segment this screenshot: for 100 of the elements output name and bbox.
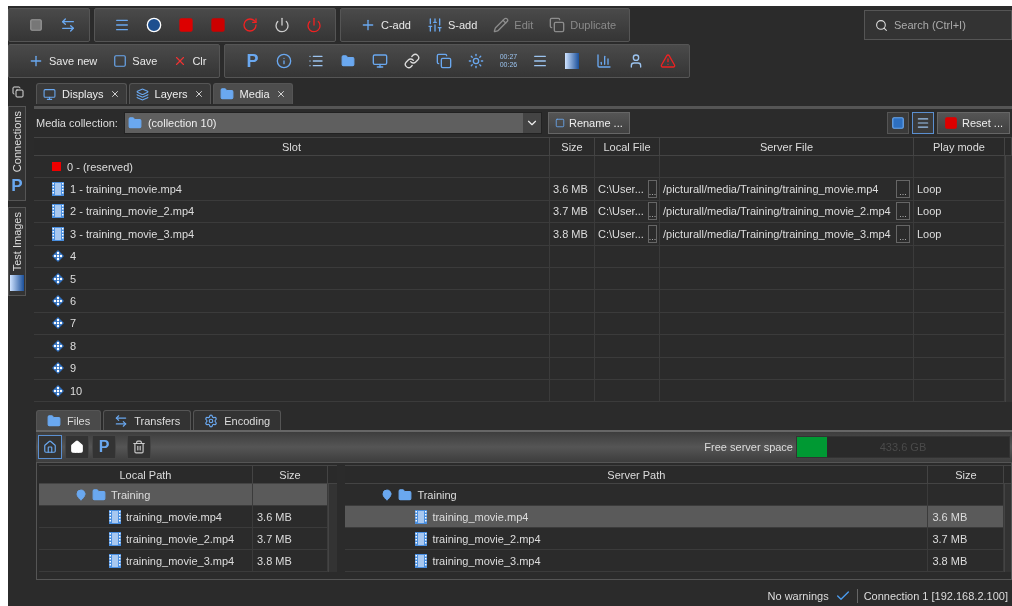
toolbar-button[interactable]: Clr xyxy=(166,47,214,75)
toolbar-button[interactable]: C-add xyxy=(353,11,418,39)
list-icon xyxy=(114,17,130,33)
table-cell xyxy=(550,156,595,179)
column-header[interactable]: Play mode xyxy=(914,137,1005,156)
slot-cell[interactable]: 3 - training_movie_3.mp4 xyxy=(34,223,550,246)
home-button[interactable] xyxy=(65,435,89,459)
server-file-text: /picturall/media/Training/training_movie.mp4 xyxy=(663,183,879,196)
collection-dropdown[interactable]: (collection 10) xyxy=(123,112,542,134)
slot-cell[interactable]: 6 xyxy=(34,290,550,313)
film-strip-icon xyxy=(415,509,428,524)
folder-icon xyxy=(398,487,413,502)
side-tab-label: Connections xyxy=(11,111,23,173)
menu-icon xyxy=(532,53,549,69)
browse-button[interactable]: ... xyxy=(896,180,910,199)
dotted-diamond-icon xyxy=(52,362,64,375)
film-strip-icon xyxy=(52,182,64,197)
slot-cell[interactable]: 5 xyxy=(34,267,550,291)
file-name: training_movie_2.mp4 xyxy=(432,532,541,545)
slot-cell[interactable]: 0 - (reserved) xyxy=(34,156,550,179)
tab[interactable]: Layers xyxy=(128,83,211,104)
power-icon xyxy=(306,17,322,33)
tree-row[interactable]: Training xyxy=(39,484,338,506)
image-view-button[interactable] xyxy=(887,112,910,134)
power-icon xyxy=(274,17,290,33)
monitor-icon xyxy=(372,53,389,69)
close-icon xyxy=(193,89,204,99)
close-icon xyxy=(275,89,286,99)
tree-row[interactable]: Training xyxy=(345,484,1011,506)
browse-button[interactable]: ... xyxy=(647,202,658,221)
column-header[interactable]: Size xyxy=(253,465,328,484)
side-tab[interactable]: Test Images xyxy=(8,207,26,297)
list-view-button[interactable] xyxy=(912,112,935,134)
delete-button[interactable] xyxy=(127,435,151,459)
home-icon xyxy=(43,440,57,454)
slot-cell[interactable]: 8 xyxy=(34,335,550,358)
tab[interactable]: Encoding xyxy=(193,410,282,430)
tree-row[interactable]: training_movie_3.mp4 3.8 MB xyxy=(39,550,338,572)
tree-row[interactable]: training_movie_2.mp4 3.7 MB xyxy=(39,528,338,550)
file-name: training_movie_3.mp4 xyxy=(432,554,541,567)
slot-cell[interactable]: 9 xyxy=(34,357,550,380)
window-icon[interactable] xyxy=(12,86,24,98)
local-file-text: C:\User... xyxy=(598,205,644,218)
browse-button[interactable]: ... xyxy=(896,224,910,243)
arrows-icon xyxy=(114,413,129,428)
plus-icon xyxy=(360,17,376,33)
browse-button[interactable]: ... xyxy=(647,224,658,243)
dotted-diamond-icon xyxy=(52,384,64,397)
tree-row[interactable]: training_movie_3.mp4 3.8 MB xyxy=(345,550,1011,572)
browse-button[interactable]: ... xyxy=(647,180,658,199)
slot-cell[interactable]: 10 xyxy=(34,379,550,403)
pin-icon xyxy=(381,488,394,501)
dotted-diamond-icon xyxy=(52,272,64,285)
column-header[interactable]: Size xyxy=(550,137,595,156)
pencil-icon xyxy=(493,17,510,33)
trash-icon xyxy=(132,440,146,454)
tab[interactable]: Displays xyxy=(36,83,127,104)
column-header[interactable]: Server Path xyxy=(345,465,929,484)
column-header[interactable]: Local File xyxy=(595,137,660,156)
layers-icon xyxy=(135,87,149,101)
tab[interactable]: Transfers xyxy=(103,410,192,430)
local-file-text: C:\User... xyxy=(598,227,644,240)
column-header[interactable]: Server File xyxy=(660,137,914,156)
toolbar-button[interactable]: Save xyxy=(106,47,165,75)
monitor-icon xyxy=(43,87,56,101)
p-logo-button[interactable]: P xyxy=(92,435,116,459)
browse-button[interactable]: ... xyxy=(896,202,910,221)
folder-icon xyxy=(127,116,142,130)
side-tab[interactable]: Connections P xyxy=(8,106,26,202)
dotted-diamond-icon xyxy=(52,317,64,330)
slot-cell[interactable]: 1 - training_movie.mp4 xyxy=(34,178,550,201)
film-strip-icon xyxy=(415,531,428,546)
tree-row[interactable]: training_movie_2.mp4 3.7 MB xyxy=(345,528,1011,550)
toolbar-button[interactable]: S-add xyxy=(419,11,485,39)
slot-cell[interactable]: 4 xyxy=(34,245,550,268)
slot-cell[interactable]: 7 xyxy=(34,312,550,336)
tree-row[interactable]: training_movie.mp4 3.6 MB xyxy=(345,506,1011,528)
tile-icon xyxy=(178,17,194,33)
circle-icon xyxy=(146,17,162,33)
file-name: training_movie_3.mp4 xyxy=(126,554,235,567)
column-header[interactable]: Slot xyxy=(34,137,550,156)
rename-button[interactable]: Rename ... xyxy=(547,112,630,134)
tab[interactable]: Files xyxy=(36,410,102,430)
tab[interactable]: Media xyxy=(212,83,293,104)
column-header[interactable]: Local Path xyxy=(39,465,253,484)
table-cell: 3.8 MB xyxy=(550,223,595,246)
tree-row[interactable]: training_movie.mp4 3.6 MB xyxy=(39,506,338,528)
table-cell: 3.6 MB xyxy=(550,178,595,201)
toolbar-button[interactable]: Save new xyxy=(21,47,105,75)
folder-icon xyxy=(219,87,234,101)
p-logo-button[interactable]: P xyxy=(237,47,268,75)
column-header[interactable]: Size xyxy=(928,465,1005,484)
collection-label: Media collection: xyxy=(36,117,118,129)
search-field[interactable]: Search (Ctrl+I) xyxy=(864,10,1012,40)
reset-button[interactable]: Reset ... xyxy=(937,112,1010,134)
warnings-status: No warnings xyxy=(767,590,829,602)
folder-icon xyxy=(341,54,356,68)
search-input[interactable]: Search (Ctrl+I) xyxy=(892,18,1003,32)
slot-cell[interactable]: 2 - training_movie_2.mp4 xyxy=(34,200,550,224)
side-tab-label: Test Images xyxy=(11,212,23,272)
